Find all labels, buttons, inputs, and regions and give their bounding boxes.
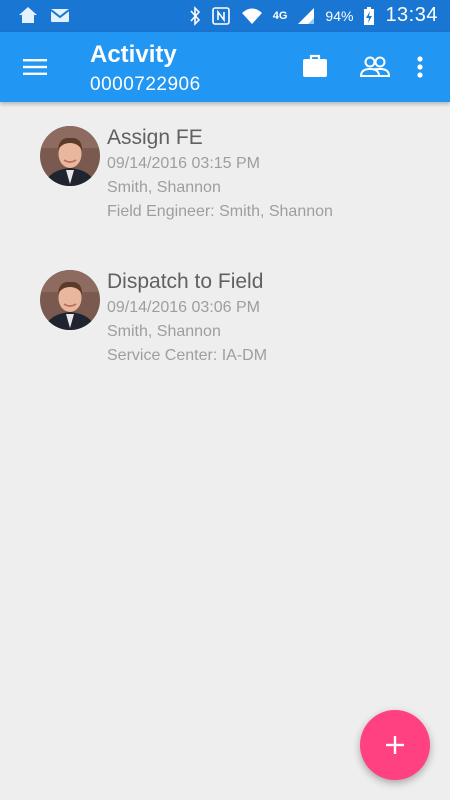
avatar bbox=[40, 270, 100, 330]
briefcase-button[interactable] bbox=[300, 52, 330, 82]
activity-datetime: 09/14/2016 03:15 PM bbox=[107, 155, 261, 172]
activity-item[interactable]: Assign FE 09/14/2016 03:15 PM Smith, Sha… bbox=[0, 102, 450, 232]
activity-title: Assign FE bbox=[107, 126, 203, 149]
more-options-button[interactable] bbox=[410, 52, 430, 82]
people-icon bbox=[359, 56, 391, 77]
page-subtitle: 0000722906 bbox=[90, 74, 201, 95]
page-title: Activity bbox=[90, 41, 177, 68]
status-bar: 4G 94% 13:34 bbox=[0, 0, 450, 32]
battery-percent: 94% bbox=[325, 7, 354, 24]
mail-icon bbox=[50, 9, 70, 22]
network-type: 4G bbox=[272, 9, 288, 22]
activity-detail: Field Engineer: Smith, Shannon bbox=[107, 203, 333, 220]
activity-datetime: 09/14/2016 03:06 PM bbox=[107, 299, 261, 316]
nfc-icon bbox=[211, 6, 230, 25]
battery-icon bbox=[364, 6, 375, 25]
app-bar: Activity 0000722906 bbox=[0, 32, 450, 102]
avatar bbox=[40, 126, 100, 186]
wifi-icon bbox=[241, 8, 262, 24]
activity-detail: Service Center: IA-DM bbox=[107, 347, 268, 364]
activity-title: Dispatch to Field bbox=[107, 270, 264, 293]
menu-icon bbox=[23, 59, 47, 75]
briefcase-icon bbox=[303, 54, 327, 77]
status-time: 13:34 bbox=[385, 4, 438, 26]
people-button[interactable] bbox=[358, 52, 392, 82]
activity-person: Smith, Shannon bbox=[107, 323, 221, 340]
more-vert-icon bbox=[417, 56, 423, 78]
menu-button[interactable] bbox=[20, 54, 50, 80]
activity-person: Smith, Shannon bbox=[107, 179, 221, 196]
activity-item[interactable]: Dispatch to Field 09/14/2016 03:06 PM Sm… bbox=[0, 246, 450, 376]
bluetooth-icon bbox=[190, 5, 200, 26]
status-left-icons bbox=[18, 6, 70, 24]
signal-icon bbox=[298, 7, 315, 24]
add-activity-button[interactable] bbox=[360, 710, 430, 780]
status-right-icons: 4G 94% 13:34 bbox=[189, 4, 438, 27]
home-icon bbox=[19, 7, 37, 23]
plus-icon bbox=[386, 736, 404, 754]
